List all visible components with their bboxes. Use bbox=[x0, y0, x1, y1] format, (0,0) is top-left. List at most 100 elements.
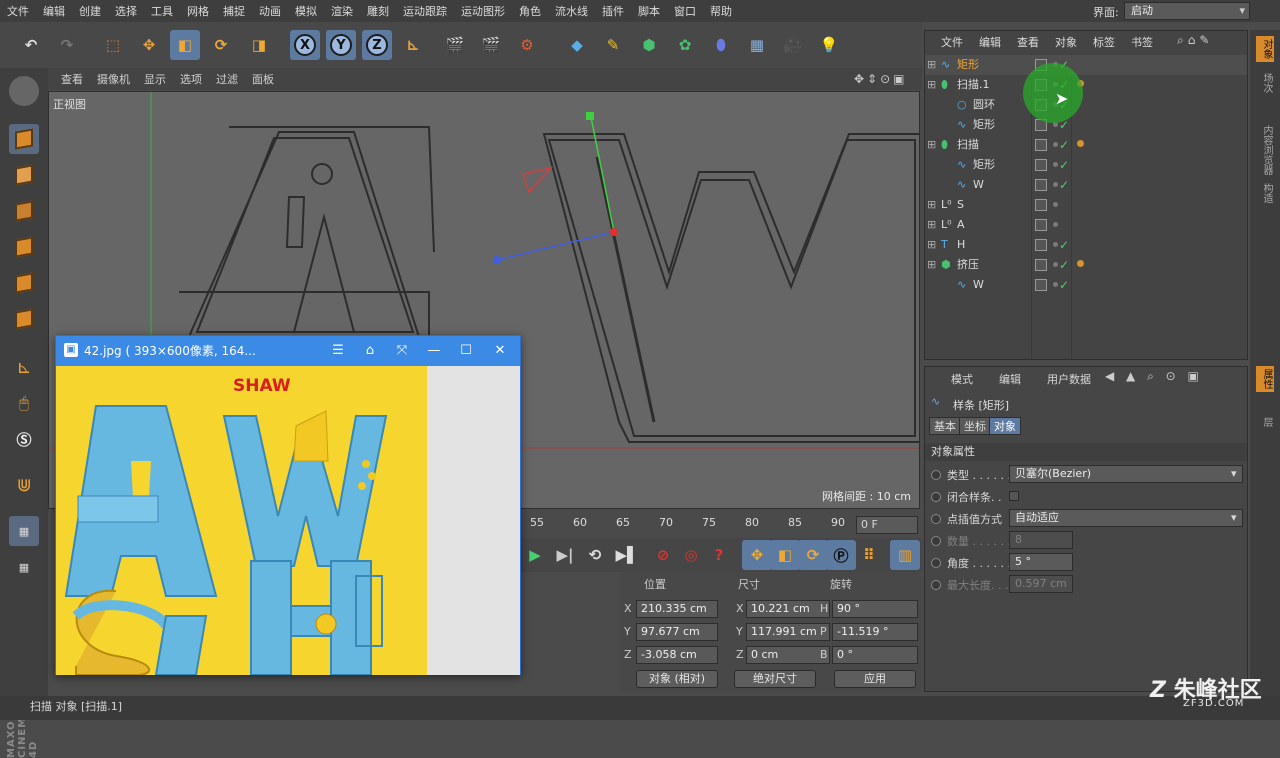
visibility-toggle[interactable] bbox=[1035, 199, 1047, 211]
om-menu-item[interactable]: 对象 bbox=[1047, 34, 1085, 50]
object-row[interactable]: ∿ 矩形 ✓ bbox=[925, 155, 1247, 175]
camera-icon[interactable]: 🎥 bbox=[778, 30, 808, 60]
object-row[interactable]: ○圆环✓ bbox=[925, 95, 1247, 115]
scale-tool-icon[interactable]: ◧ bbox=[170, 30, 200, 60]
image-viewer-window[interactable]: ▣ 42.jpg ( 393×600像素, 164... ☰ ⌂ ⤧ — ☐ ✕… bbox=[55, 335, 521, 675]
expand-icon[interactable]: ⊞ bbox=[927, 215, 936, 235]
rotation-field[interactable]: 0 ° bbox=[832, 646, 918, 664]
om-menu-item[interactable]: 文件 bbox=[933, 34, 971, 50]
object-row[interactable]: ⊞ L⁰ S bbox=[925, 195, 1247, 215]
auto-key-icon[interactable]: ◎ bbox=[676, 540, 706, 570]
menu-item[interactable]: 渲染 bbox=[324, 3, 360, 19]
z-axis-lock-icon[interactable]: Z bbox=[362, 30, 392, 60]
y-axis-lock-icon[interactable]: Y bbox=[326, 30, 356, 60]
undo-icon[interactable]: ↶ bbox=[16, 30, 46, 60]
size-field[interactable]: 10.221 cm bbox=[746, 600, 830, 618]
polygons-mode-icon[interactable] bbox=[9, 304, 39, 334]
lock-workplane-icon[interactable]: ▦ bbox=[9, 516, 39, 546]
editor-visibility-dot[interactable] bbox=[1053, 262, 1058, 267]
enabled-check-icon[interactable]: ✓ bbox=[1059, 235, 1069, 255]
render-picture-viewer-icon[interactable]: 🎬 bbox=[476, 30, 506, 60]
right-tab[interactable]: 层 bbox=[1256, 414, 1274, 430]
viewport-nav-icons[interactable]: ✥⇕⊙▣ bbox=[854, 72, 908, 86]
viewport-menu-item[interactable]: 过滤 bbox=[209, 71, 245, 87]
right-tab[interactable]: 内容浏览器 bbox=[1256, 122, 1274, 178]
sphere-mode-icon[interactable] bbox=[9, 76, 39, 106]
coordinate-system-icon[interactable]: ⊾ bbox=[398, 30, 428, 60]
menu-item[interactable]: 工具 bbox=[144, 3, 180, 19]
cube-primitive-icon[interactable]: ◆ bbox=[562, 30, 592, 60]
field-select[interactable]: 自动适应 bbox=[1009, 509, 1243, 527]
object-row[interactable]: ⊞ ⬮ 扫描 ✓ bbox=[925, 135, 1247, 155]
expand-icon[interactable]: ⊞ bbox=[927, 255, 936, 275]
menu-item[interactable]: 动画 bbox=[252, 3, 288, 19]
editor-visibility-dot[interactable] bbox=[1053, 242, 1058, 247]
om-menu-item[interactable]: 查看 bbox=[1009, 34, 1047, 50]
editor-visibility-dot[interactable] bbox=[1053, 222, 1058, 227]
viewport-menu-item[interactable]: 查看 bbox=[54, 71, 90, 87]
timeline-window-icon[interactable]: ▥ bbox=[890, 540, 920, 570]
tag-icon[interactable] bbox=[1077, 140, 1084, 147]
key-rotation-icon[interactable]: ⟳ bbox=[798, 540, 828, 570]
menu-item[interactable]: 运动跟踪 bbox=[396, 3, 454, 19]
visibility-toggle[interactable] bbox=[1035, 239, 1047, 251]
visibility-toggle[interactable] bbox=[1035, 279, 1047, 291]
cloner-icon[interactable]: ✿ bbox=[670, 30, 700, 60]
enabled-check-icon[interactable]: ✓ bbox=[1059, 155, 1069, 175]
expand-icon[interactable]: ⊞ bbox=[927, 75, 936, 95]
loop-icon[interactable]: ⟲ bbox=[580, 540, 610, 570]
enabled-check-icon[interactable]: ✓ bbox=[1059, 275, 1069, 295]
menu-item[interactable]: 流水线 bbox=[548, 3, 595, 19]
maximize-icon[interactable]: ☐ bbox=[450, 336, 482, 366]
right-tab[interactable]: 对象 bbox=[1256, 36, 1274, 62]
am-menu-item[interactable]: 编辑 bbox=[981, 371, 1029, 387]
coord-mode-size-select[interactable]: 绝对尺寸 bbox=[734, 670, 816, 688]
field-select[interactable]: 贝塞尔(Bezier) bbox=[1009, 465, 1243, 483]
pen-spline-icon[interactable]: ✎ bbox=[598, 30, 628, 60]
field-number[interactable]: 5 ° bbox=[1009, 553, 1073, 571]
edges-mode-icon[interactable] bbox=[9, 268, 39, 298]
om-menu-item[interactable]: 书签 bbox=[1123, 34, 1161, 50]
select-tool-icon[interactable]: ⬚ bbox=[98, 30, 128, 60]
am-menu-item[interactable]: 用户数据 bbox=[1029, 371, 1099, 387]
object-row[interactable]: ⊞ ⬢ 挤压 ✓ bbox=[925, 255, 1247, 275]
menu-item[interactable]: 网格 bbox=[180, 3, 216, 19]
play-icon[interactable]: ▶ bbox=[520, 540, 550, 570]
texture-mode-icon[interactable] bbox=[9, 160, 39, 190]
object-row[interactable]: ⊞⬮扫描.1✓ bbox=[925, 75, 1247, 95]
menu-item[interactable]: 编辑 bbox=[36, 3, 72, 19]
key-pla-icon[interactable]: ⠿ bbox=[854, 540, 884, 570]
right-tab[interactable]: 场次 bbox=[1256, 70, 1274, 96]
x-axis-lock-icon[interactable]: X bbox=[290, 30, 320, 60]
tab-basic[interactable]: 基本 bbox=[929, 417, 961, 435]
visibility-toggle[interactable] bbox=[1035, 179, 1047, 191]
visibility-toggle[interactable] bbox=[1035, 139, 1047, 151]
am-nav-icons[interactable]: ◀ ▲ ⌕ ⊙ ▣ bbox=[1105, 369, 1203, 384]
floor-icon[interactable]: ▦ bbox=[742, 30, 772, 60]
object-row[interactable]: ⊞∿矩形✓ bbox=[925, 55, 1247, 75]
om-menu-item[interactable]: 编辑 bbox=[971, 34, 1009, 50]
size-field[interactable]: 117.991 cm bbox=[746, 623, 830, 641]
visibility-toggle[interactable] bbox=[1035, 259, 1047, 271]
snap-icon[interactable]: Ⓢ bbox=[9, 424, 39, 454]
position-field[interactable]: 210.335 cm bbox=[636, 600, 718, 618]
viewer-titlebar[interactable]: ▣ 42.jpg ( 393×600像素, 164... ☰ ⌂ ⤧ — ☐ ✕ bbox=[56, 336, 520, 366]
expand-icon[interactable]: ⊞ bbox=[927, 55, 936, 75]
light-icon[interactable]: 💡 bbox=[814, 30, 844, 60]
am-menu-item[interactable]: 模式 bbox=[933, 371, 981, 387]
enabled-check-icon[interactable]: ✓ bbox=[1059, 255, 1069, 275]
rotation-field[interactable]: 90 ° bbox=[832, 600, 918, 618]
animate-radio[interactable] bbox=[931, 536, 941, 546]
size-field[interactable]: 0 cm bbox=[746, 646, 830, 664]
expand-icon[interactable]: ⊞ bbox=[927, 135, 936, 155]
menu-item[interactable]: 雕刻 bbox=[360, 3, 396, 19]
object-row[interactable]: ∿ 矩形 ✓ bbox=[925, 115, 1247, 135]
om-search-icon[interactable]: ⌕⌂✎ bbox=[1177, 33, 1213, 48]
tag-icon[interactable] bbox=[1077, 260, 1084, 267]
coord-mode-object-select[interactable]: 对象 (相对) bbox=[636, 670, 718, 688]
viewport-menu-item[interactable]: 摄像机 bbox=[90, 71, 137, 87]
tab-coord[interactable]: 坐标 bbox=[959, 417, 991, 435]
menu-item[interactable]: 脚本 bbox=[631, 3, 667, 19]
viewport-menu-item[interactable]: 选项 bbox=[173, 71, 209, 87]
keyframe-selection-icon[interactable]: ? bbox=[704, 540, 734, 570]
